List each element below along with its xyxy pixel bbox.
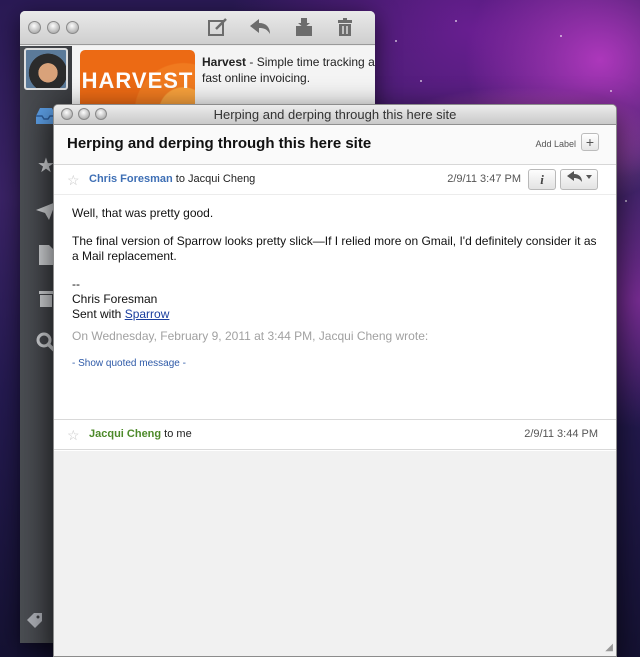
- zoom-button[interactable]: [66, 21, 79, 34]
- add-label-button[interactable]: +: [581, 133, 599, 151]
- signature-sent-with: Sent with Sparrow: [72, 307, 598, 322]
- message-window: Herping and derping through this here si…: [53, 104, 617, 657]
- subject-bar: Herping and derping through this here si…: [54, 125, 616, 165]
- desktop-star: [455, 20, 457, 22]
- window-title: Herping and derping through this here si…: [213, 107, 457, 122]
- body-paragraph: Well, that was pretty good.: [72, 206, 214, 220]
- message-preview: Harvest - Simple time tracking and fast …: [202, 54, 375, 86]
- harvest-logo: HARVEST: [80, 50, 195, 112]
- message-date: 2/9/11 3:44 PM: [524, 428, 598, 440]
- info-icon: i: [540, 172, 544, 187]
- sparrow-link[interactable]: Sparrow: [125, 307, 170, 321]
- desktop-star: [420, 80, 422, 82]
- star-icon[interactable]: ☆: [67, 427, 80, 444]
- account-avatar[interactable]: [24, 48, 68, 90]
- desktop-star: [395, 40, 397, 42]
- minimize-button[interactable]: [78, 108, 90, 120]
- message-body: Well, that was pretty good. The final ve…: [54, 195, 616, 371]
- message-titlebar: Herping and derping through this here si…: [54, 105, 616, 125]
- tag-icon[interactable]: [26, 612, 44, 633]
- sender-name[interactable]: Jacqui Cheng: [89, 428, 161, 440]
- message-header[interactable]: ☆ Chris Foresman to Jacqui Cheng 2/9/11 …: [54, 165, 616, 195]
- signature-dashes: --: [72, 277, 80, 291]
- desktop-star: [610, 90, 612, 92]
- recipient-text: to Jacqui Cheng: [172, 173, 256, 185]
- window-controls: [61, 108, 107, 120]
- reply-icon[interactable]: [248, 17, 272, 39]
- message-sender: Harvest: [202, 55, 247, 69]
- recipient-text: to me: [161, 428, 192, 440]
- star-icon[interactable]: ☆: [67, 172, 80, 189]
- resize-grip-icon[interactable]: ◢: [605, 642, 613, 653]
- window-controls: [28, 21, 79, 34]
- reply-menu-button[interactable]: [560, 169, 598, 190]
- quote-intro: On Wednesday, February 9, 2011 at 3:44 P…: [72, 329, 429, 343]
- show-quoted-link[interactable]: - Show quoted message -: [72, 356, 598, 371]
- signature-name: Chris Foresman: [72, 292, 158, 306]
- desktop-star: [560, 35, 562, 37]
- thread-subject: Herping and derping through this here si…: [67, 135, 372, 152]
- message-date: 2/9/11 3:47 PM: [447, 173, 521, 185]
- trash-icon[interactable]: [333, 17, 357, 39]
- desktop-star: [625, 200, 627, 202]
- sent-with-text: Sent with: [72, 307, 125, 321]
- signature: -- Chris Foresman Sent with Sparrow: [72, 277, 598, 322]
- body-paragraph: The final version of Sparrow looks prett…: [72, 234, 597, 263]
- minimize-button[interactable]: [47, 21, 60, 34]
- compose-icon[interactable]: [206, 17, 230, 39]
- sender-name[interactable]: Chris Foresman: [89, 173, 173, 185]
- info-button[interactable]: i: [528, 169, 556, 190]
- close-button[interactable]: [28, 21, 41, 34]
- message-from: Jacqui Cheng to me: [89, 428, 192, 440]
- add-label-text[interactable]: Add Label: [535, 139, 576, 149]
- archive-icon[interactable]: [292, 17, 316, 39]
- empty-area: [54, 451, 616, 656]
- message-from: Chris Foresman to Jacqui Cheng: [89, 173, 255, 185]
- zoom-button[interactable]: [95, 108, 107, 120]
- reply-icon: [567, 171, 592, 182]
- message-header[interactable]: ☆ Jacqui Cheng to me 2/9/11 3:44 PM: [54, 420, 616, 450]
- mailbox-titlebar: [20, 11, 375, 45]
- close-button[interactable]: [61, 108, 73, 120]
